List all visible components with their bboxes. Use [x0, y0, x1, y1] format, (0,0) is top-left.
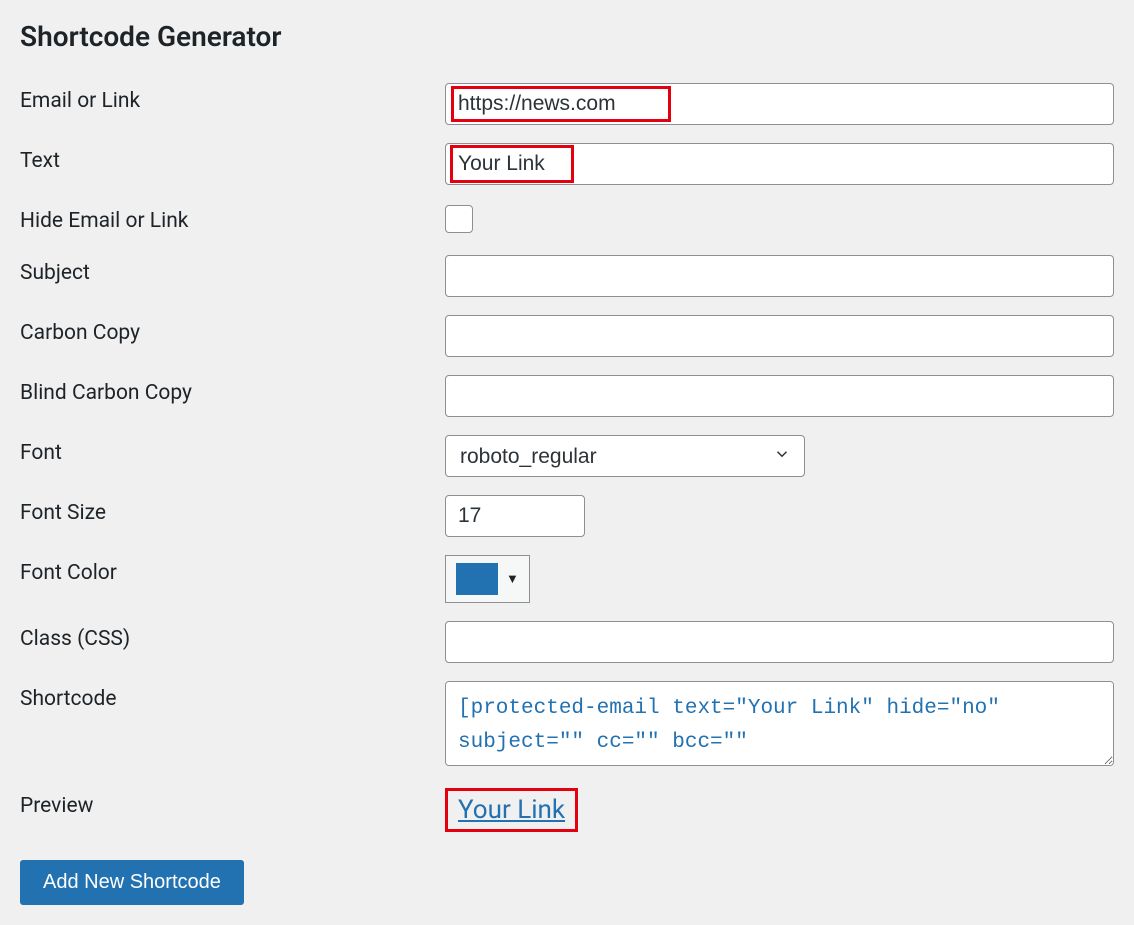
label-preview: Preview — [20, 788, 445, 818]
page-title: Shortcode Generator — [20, 20, 1114, 53]
preview-link[interactable]: Your Link — [458, 795, 565, 825]
label-subject: Subject — [20, 255, 445, 285]
color-swatch — [456, 563, 498, 595]
label-cc: Carbon Copy — [20, 315, 445, 345]
row-shortcode: Shortcode — [20, 681, 1114, 770]
font-select[interactable]: roboto_regular — [445, 435, 805, 477]
label-text: Text — [20, 143, 445, 173]
font-size-input[interactable] — [445, 495, 585, 537]
label-font-color: Font Color — [20, 555, 445, 585]
row-subject: Subject — [20, 255, 1114, 297]
row-font: Font roboto_regular — [20, 435, 1114, 477]
highlight-preview: Your Link — [445, 788, 578, 832]
bcc-input[interactable] — [445, 375, 1114, 417]
row-font-color: Font Color ▼ — [20, 555, 1114, 603]
row-font-size: Font Size — [20, 495, 1114, 537]
row-cc: Carbon Copy — [20, 315, 1114, 357]
cc-input[interactable] — [445, 315, 1114, 357]
label-hide: Hide Email or Link — [20, 203, 445, 233]
class-input[interactable] — [445, 621, 1114, 663]
row-preview: Preview Your Link — [20, 788, 1114, 832]
row-email-or-link: Email or Link — [20, 83, 1114, 125]
label-font-size: Font Size — [20, 495, 445, 525]
add-shortcode-button[interactable]: Add New Shortcode — [20, 860, 244, 905]
label-shortcode: Shortcode — [20, 681, 445, 711]
caret-down-icon: ▼ — [506, 571, 519, 587]
label-email-or-link: Email or Link — [20, 83, 445, 113]
subject-input[interactable] — [445, 255, 1114, 297]
label-bcc: Blind Carbon Copy — [20, 375, 445, 405]
text-input[interactable] — [445, 143, 1114, 185]
hide-checkbox[interactable] — [445, 205, 473, 233]
email-or-link-input[interactable] — [445, 83, 1114, 125]
shortcode-output[interactable] — [445, 681, 1114, 766]
label-font: Font — [20, 435, 445, 465]
row-class: Class (CSS) — [20, 621, 1114, 663]
row-bcc: Blind Carbon Copy — [20, 375, 1114, 417]
font-color-picker[interactable]: ▼ — [445, 555, 530, 603]
row-text: Text — [20, 143, 1114, 185]
label-class: Class (CSS) — [20, 621, 445, 651]
row-hide: Hide Email or Link — [20, 203, 1114, 237]
